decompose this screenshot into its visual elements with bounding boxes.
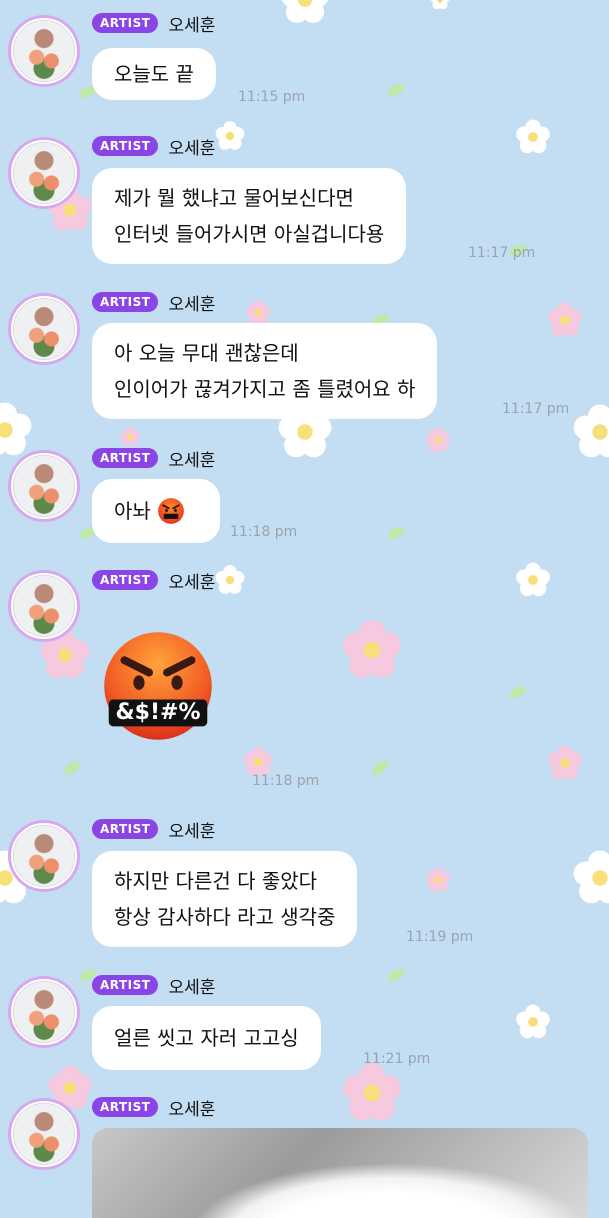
message-text: 오늘도 끝 bbox=[114, 62, 194, 86]
message-text: 인터넷 들어가시면 아실겁니다용 bbox=[114, 222, 385, 246]
sender-name[interactable]: 오세훈 bbox=[168, 11, 215, 36]
message-text: 인이어가 끊겨가지고 좀 틀렸어요 하 bbox=[114, 377, 416, 401]
message-text: 아 오늘 무대 괜찮은데 bbox=[114, 341, 299, 365]
message-bubble[interactable]: 아 오늘 무대 괜찮은데 인이어가 끊겨가지고 좀 틀렸어요 하 bbox=[92, 323, 438, 419]
message-text: 얼른 씻고 자러 고고싱 bbox=[114, 1026, 299, 1050]
sender-row: ARTIST 오세훈 bbox=[92, 1095, 215, 1120]
sender-row: ARTIST 오세훈 bbox=[92, 973, 215, 998]
artist-badge: ARTIST bbox=[92, 292, 159, 312]
artist-badge: ARTIST bbox=[92, 448, 159, 468]
message-bubble[interactable]: 하지만 다른건 다 좋았다 항상 감사하다 라고 생각중 bbox=[92, 851, 358, 947]
artist-avatar[interactable] bbox=[8, 137, 80, 209]
artist-avatar[interactable] bbox=[8, 976, 80, 1048]
message-time: 11:18 pm bbox=[230, 524, 298, 540]
artist-avatar[interactable] bbox=[8, 450, 80, 522]
sender-name[interactable]: 오세훈 bbox=[168, 568, 215, 593]
emoji-sticker[interactable]: &$!#% bbox=[102, 630, 214, 742]
message-time: 11:21 pm bbox=[363, 1051, 431, 1067]
message-time: 11:17 pm bbox=[468, 245, 536, 261]
message-time: 11:15 pm bbox=[238, 89, 306, 105]
message-text: 아놔 bbox=[114, 499, 151, 523]
sender-name[interactable]: 오세훈 bbox=[168, 446, 215, 471]
artist-avatar[interactable] bbox=[8, 293, 80, 365]
artist-badge: ARTIST bbox=[92, 13, 159, 33]
sender-name[interactable]: 오세훈 bbox=[168, 973, 215, 998]
artist-badge: ARTIST bbox=[92, 136, 159, 156]
sender-row: ARTIST 오세훈 bbox=[92, 11, 215, 36]
message-time: 11:18 pm bbox=[252, 773, 320, 789]
message-time: 11:19 pm bbox=[406, 929, 474, 945]
message-bubble[interactable]: 제가 뭘 했냐고 물어보신다면 인터넷 들어가시면 아실겁니다용 bbox=[92, 168, 407, 264]
sticker-text: &$!#% bbox=[115, 700, 201, 725]
sender-row: ARTIST 오세훈 bbox=[92, 446, 215, 471]
artist-avatar[interactable] bbox=[8, 570, 80, 642]
sender-name[interactable]: 오세훈 bbox=[168, 1095, 215, 1120]
photo-attachment[interactable] bbox=[92, 1128, 588, 1218]
message-text: 하지만 다른건 다 좋았다 bbox=[114, 869, 318, 893]
message-bubble[interactable]: 얼른 씻고 자러 고고싱 bbox=[92, 1006, 321, 1070]
sender-row: ARTIST 오세훈 bbox=[92, 817, 215, 842]
message-time: 11:17 pm bbox=[502, 401, 570, 417]
artist-badge: ARTIST bbox=[92, 570, 159, 590]
artist-avatar[interactable] bbox=[8, 15, 80, 87]
sender-row: ARTIST 오세훈 bbox=[92, 568, 215, 593]
sender-name[interactable]: 오세훈 bbox=[168, 134, 215, 159]
message-text: 제가 뭘 했냐고 물어보신다면 bbox=[114, 186, 354, 210]
message-bubble[interactable]: 오늘도 끝 bbox=[92, 48, 216, 100]
message-bubble[interactable]: 아놔 bbox=[92, 479, 220, 543]
artist-badge: ARTIST bbox=[92, 975, 159, 995]
sender-name[interactable]: 오세훈 bbox=[168, 290, 215, 315]
sender-row: ARTIST 오세훈 bbox=[92, 134, 215, 159]
sender-name[interactable]: 오세훈 bbox=[168, 817, 215, 842]
artist-avatar[interactable] bbox=[8, 820, 80, 892]
angry-face-with-symbols-icon bbox=[157, 498, 184, 524]
message-text: 항상 감사하다 라고 생각중 bbox=[114, 905, 336, 929]
artist-badge: ARTIST bbox=[92, 1097, 159, 1117]
artist-badge: ARTIST bbox=[92, 819, 159, 839]
artist-avatar[interactable] bbox=[8, 1098, 80, 1170]
sender-row: ARTIST 오세훈 bbox=[92, 290, 215, 315]
message-text: 아놔 bbox=[114, 493, 198, 529]
